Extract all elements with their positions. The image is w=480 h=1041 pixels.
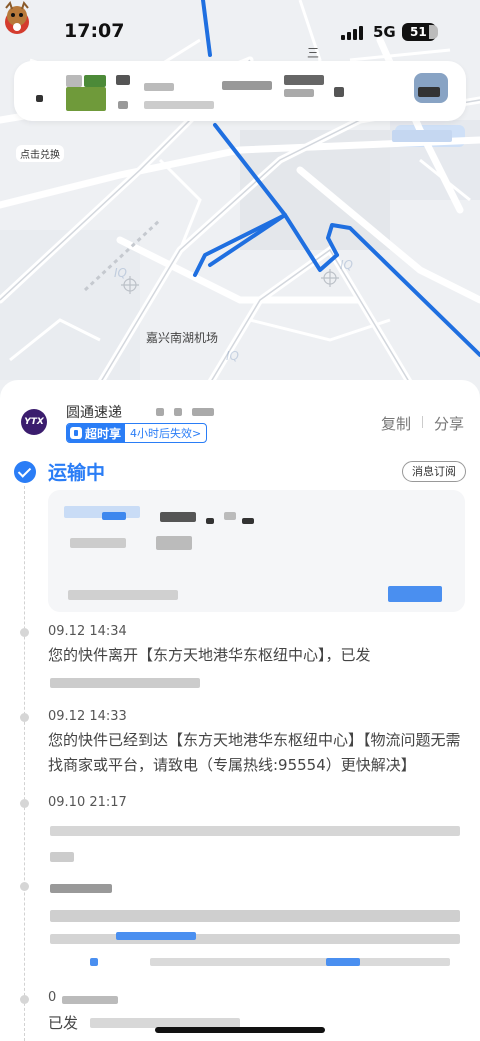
cellular-signal-icon [341,26,363,40]
redacted-block [150,958,450,966]
overtime-badge-label: 超时享 [85,426,122,441]
courier-name: 圆通速递 [66,405,122,421]
redacted-block [284,89,314,97]
redacted-block [284,75,324,85]
shipment-status: 运输中 [48,462,106,484]
watermark: IQ [114,266,127,280]
redacted-block [50,678,200,688]
watermark: IQ [340,258,353,272]
shield-icon [70,427,82,439]
redeem-label[interactable]: 点击兑换 [16,145,64,162]
redacted-block [66,75,82,87]
status-bar: 17:07 5G 51 [0,0,480,60]
timeline-line [24,486,25,1041]
timeline-time: 09.12 14:34 [48,624,127,639]
redacted-block [36,95,43,102]
map-label-airport: 嘉兴南湖机场 [146,331,219,345]
timeline-time: 0 [48,990,57,1005]
redacted-block [222,81,272,90]
redacted-block [70,538,126,548]
redacted-block [242,518,254,524]
redacted-block [418,87,440,97]
redacted-block [84,75,106,87]
redacted-block [334,87,344,97]
overtime-badge-note: 4小时后失效> [130,427,202,440]
redacted-block [50,910,460,922]
check-icon [14,461,36,483]
redacted-block [62,996,118,1004]
status-time: 17:07 [64,20,125,42]
redacted-block [116,932,196,940]
timeline-dot [20,628,29,637]
subscribe-button[interactable]: 消息订阅 [402,461,466,482]
share-button[interactable]: 分享 [434,413,464,434]
redacted-block [102,512,126,520]
redacted-block [50,826,460,836]
home-indicator[interactable] [155,1027,325,1033]
timeline-dot [20,799,29,808]
timeline-text: 您的快件离开【东方天地港华东枢纽中心】，已发 [48,643,466,668]
redacted-block [144,101,214,109]
redacted-block [118,101,128,109]
redacted-block [144,83,174,91]
timeline-dot [20,882,29,891]
map-roads [0,0,480,400]
timeline-dot [20,713,29,722]
redacted-block [174,408,182,416]
network-type: 5G [373,23,396,41]
redacted-block [388,586,442,602]
redacted-block [50,884,112,893]
timeline-dot [20,995,29,1004]
timeline-text-a: 您的快件离开【东方天地港华东枢纽中心】，已发 [48,646,371,664]
redacted-block [156,536,192,550]
timeline-text: 您的快件已经到达【东方天地港华东枢纽中心】【物流问题无需找商家或平台，请致电（专… [48,731,461,774]
delivery-info-card[interactable] [48,490,465,612]
redacted-block [90,958,98,966]
redacted-block [66,87,106,111]
battery-icon: 51 [402,23,438,41]
address-bar[interactable] [14,61,466,121]
copy-button[interactable]: 复制 [381,413,411,434]
watermark: IQ [226,349,239,363]
redacted-block [160,512,196,522]
mascot-icon[interactable] [0,0,34,36]
redacted-block [326,958,360,966]
map-view[interactable]: 三 嘉兴南湖机场 IQ IQ IQ 17:07 5G 51 点击兑换 [0,0,480,400]
redacted-block [68,590,178,600]
redacted-block [392,130,452,142]
redacted-block [116,75,130,85]
redacted-block [224,512,236,520]
courier-logo: YTX [21,409,47,435]
divider [422,416,423,428]
redacted-block [206,518,214,524]
redacted-block [50,934,460,944]
redacted-block [50,852,74,862]
timeline-time: 09.12 14:33 [48,709,127,724]
redacted-block [192,408,214,416]
overtime-badge[interactable]: 超时享 4小时后失效> [66,423,208,443]
redacted-block [156,408,164,416]
timeline-time: 09.10 21:17 [48,795,127,810]
